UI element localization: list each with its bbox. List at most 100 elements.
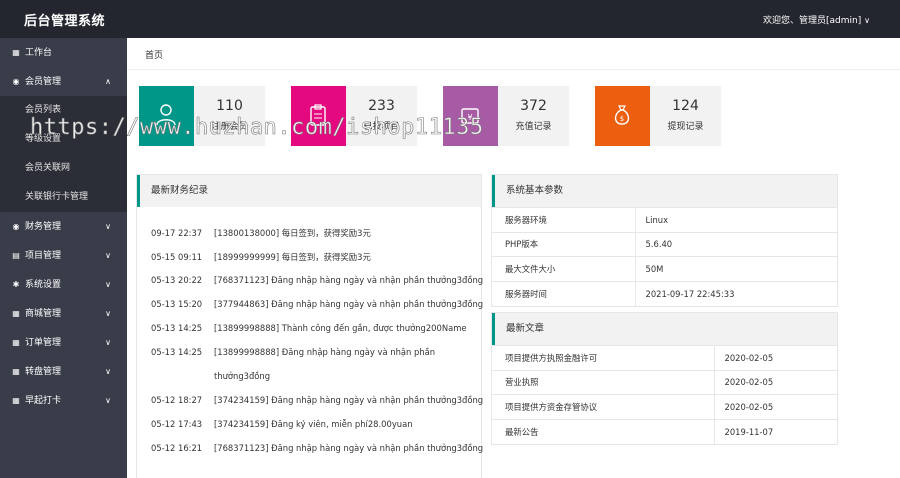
sidebar-item-label: 转盘管理 (25, 367, 62, 377)
table-row[interactable]: 营业执照 2020-02-05 (492, 369, 837, 395)
table-row: 服务器时间 2021-09-17 22:45:33 (492, 280, 837, 306)
record-time: 05-13 15:20 (151, 299, 203, 309)
table-row[interactable]: 项目提供方执照金融许可 2020-02-05 (492, 345, 837, 370)
article-date: 2019-11-07 (713, 418, 837, 444)
system-info-table: 服务器环境 Linux PHP版本 5.6.40 最大文件大小 50M 服务器时间 20… (492, 207, 837, 306)
stat-value: 233 (368, 98, 395, 114)
welcome-text: 欢迎您、管理员[admin] (763, 16, 862, 26)
stat-label: 充值记录 (515, 122, 552, 132)
articles-table: 项目提供方执照金融许可 2020-02-05 营业执照 2020-02-05 项目提… (492, 345, 837, 444)
app-title: 后台管理系统 (24, 14, 106, 29)
article-title[interactable]: 最新公告 (492, 418, 714, 444)
record-time: 09-17 22:37 (151, 228, 203, 238)
sidebar-item-orders[interactable]: ▦ 订单管理 ∨ (0, 328, 127, 357)
stat-label: 提现记录 (667, 122, 704, 132)
grid-icon: ▦ (12, 309, 20, 318)
article-date: 2020-02-05 (713, 369, 837, 395)
chevron-down-icon: ∨ (105, 251, 111, 260)
sidebar-item-projects[interactable]: ▤ 项目管理 ∨ (0, 241, 127, 270)
record-text: [374234159] Đăng ký viên, miễn phí28.00y… (214, 419, 413, 429)
table-row: PHP版本 5.6.40 (492, 231, 837, 257)
record-time: 05-13 20:22 (151, 275, 203, 285)
sidebar: ▦ 工作台 ◉ 会员管理 ∧ 会员列表 等级设置 会员关联网 关联银行卡管理 ◉ 财务… (0, 38, 127, 478)
record-text: [768371123] Đăng nhập hàng ngày và nhận … (214, 443, 484, 453)
table-cell-key: 服务器时间 (492, 280, 635, 306)
stat-card-members[interactable]: 110 注册会员 (139, 86, 265, 146)
sidebar-item-label: 订单管理 (25, 338, 62, 348)
sidebar-subitem-bank-cards[interactable]: 关联银行卡管理 (0, 183, 127, 212)
sidebar-item-system-settings[interactable]: ✱ 系统设置 ∨ (0, 270, 127, 299)
article-title[interactable]: 项目提供方执照金融许可 (492, 345, 714, 370)
chevron-down-icon: ∨ (105, 367, 111, 376)
grid-icon: ▦ (12, 367, 20, 376)
sidebar-item-finance[interactable]: ◉ 财务管理 ∨ (0, 212, 127, 241)
list-item-continuation: thưởng3đồng (151, 371, 270, 381)
list-item: 05-12 18:27 [374234159] Đăng nhập hàng ng… (151, 395, 483, 405)
sidebar-item-workbench[interactable]: ▦ 工作台 (0, 38, 127, 67)
circle-chevron-icon: ◉ (12, 77, 20, 86)
record-text: [13899998888] Đăng nhập hàng ngày và nhậ… (214, 347, 436, 357)
chevron-down-icon: ∨ (864, 16, 870, 25)
sidebar-item-wheel[interactable]: ▦ 转盘管理 ∨ (0, 357, 127, 386)
chevron-down-icon: ∨ (105, 280, 111, 289)
record-text: [374234159] Đăng nhập hàng ngày và nhận … (214, 395, 484, 405)
sidebar-subitem-level-settings[interactable]: 等级设置 (0, 125, 127, 154)
article-title[interactable]: 营业执照 (492, 369, 714, 395)
panel-title: 系统基本参数 (492, 175, 837, 207)
sidebar-item-label: 工作台 (25, 48, 53, 58)
table-cell-key: 最大文件大小 (492, 256, 635, 281)
table-row: 服务器环境 Linux (492, 207, 837, 232)
chevron-up-icon: ∧ (105, 77, 111, 86)
list-item: 05-12 17:43 [374234159] Đăng ký viên, miễ… (151, 419, 413, 429)
finance-icon: ◉ (12, 222, 20, 231)
sidebar-item-label: 财务管理 (25, 222, 62, 232)
main-content: 首页 110 注册会员 233 已投项目 ¥ 372 充值记录 $ 124 提现… (127, 38, 900, 478)
sidebar-item-label: 系统设置 (25, 280, 62, 290)
list-item: 05-12 16:21 [768371123] Đăng nhập hàng ng… (151, 443, 483, 453)
articles-panel: 最新文章 项目提供方执照金融许可 2020-02-05 营业执照 2020-02-0… (491, 312, 838, 445)
finance-panel: 最新财务纪录 09-17 22:37 [13800138000] 每日签到，获得奖… (136, 174, 483, 478)
grid-icon: ▦ (12, 338, 20, 347)
table-cell-value: 5.6.40 (634, 231, 837, 257)
sidebar-item-label: 项目管理 (25, 251, 62, 261)
sidebar-item-label: 商城管理 (25, 309, 62, 319)
chevron-down-icon: ∨ (105, 338, 111, 347)
wallet-icon: ¥ (443, 86, 498, 146)
list-item: 05-13 20:22 [768371123] Đăng nhập hàng ng… (151, 275, 483, 285)
record-text: [13800138000] 每日签到，获得奖励3元 (214, 228, 371, 238)
record-text: thưởng3đồng (214, 371, 271, 381)
sidebar-subitem-member-list[interactable]: 会员列表 (0, 96, 127, 125)
panel-title: 最新文章 (492, 313, 837, 345)
record-time: 05-13 14:25 (151, 347, 203, 357)
sidebar-item-member[interactable]: ◉ 会员管理 ∧ (0, 67, 127, 96)
stat-label: 注册会员 (211, 122, 248, 132)
chevron-down-icon: ∨ (105, 396, 111, 405)
stat-card-withdraw[interactable]: $ 124 提现记录 (595, 86, 721, 146)
stat-value: 372 (520, 98, 547, 114)
breadcrumb: 首页 (127, 38, 900, 70)
gear-icon: ✱ (12, 280, 20, 289)
table-cell-value: 50M (634, 256, 837, 281)
sidebar-subitem-member-network[interactable]: 会员关联网 (0, 154, 127, 183)
stat-card-projects[interactable]: 233 已投项目 (291, 86, 417, 146)
list-item: 09-17 22:37 [13800138000] 每日签到，获得奖励3元 (151, 227, 371, 239)
panel-title: 最新财务纪录 (137, 175, 481, 207)
top-bar: 后台管理系统 欢迎您、管理员[admin] ∨ (0, 0, 900, 38)
breadcrumb-home[interactable]: 首页 (145, 51, 163, 61)
stat-card-recharge[interactable]: ¥ 372 充值记录 (443, 86, 569, 146)
user-menu[interactable]: 欢迎您、管理员[admin] ∨ (763, 13, 870, 26)
table-row: 最大文件大小 50M (492, 256, 837, 281)
sidebar-item-mall[interactable]: ▦ 商城管理 ∨ (0, 299, 127, 328)
record-time: 05-15 09:11 (151, 252, 203, 262)
table-row[interactable]: 项目提供方资金存管协议 2020-02-05 (492, 394, 837, 419)
chevron-down-icon: ∨ (105, 309, 111, 318)
stat-value: 110 (216, 98, 243, 114)
article-date: 2020-02-05 (713, 345, 837, 370)
svg-text:¥: ¥ (467, 113, 472, 122)
record-text: [18999999999] 每日签到，获得奖励3元 (214, 252, 371, 262)
table-row[interactable]: 最新公告 2019-11-07 (492, 418, 837, 444)
sidebar-item-checkin[interactable]: ▦ 早起打卡 ∨ (0, 386, 127, 415)
grid-icon: ▦ (12, 48, 20, 57)
record-text: [13899998888] Thành công đến gần, được t… (214, 323, 467, 333)
article-title[interactable]: 项目提供方资金存管协议 (492, 394, 714, 419)
